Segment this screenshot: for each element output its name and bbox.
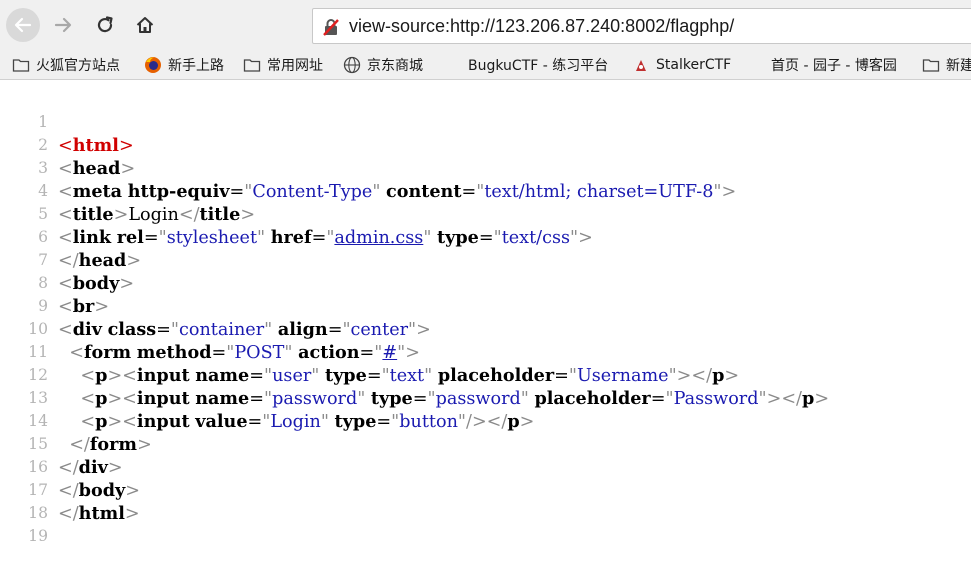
- folder-icon: [12, 59, 30, 72]
- source-line: 7 <body>: [0, 226, 971, 294]
- source-line: 11 <p><input name="user" type="text" pla…: [0, 318, 971, 386]
- source-line: 6 </head>: [0, 203, 971, 271]
- bookmark-item[interactable]: 新手上路: [144, 53, 224, 77]
- bookmark-item[interactable]: 常用网址: [243, 53, 323, 77]
- reload-icon: [97, 16, 113, 33]
- forward-button[interactable]: [46, 8, 80, 42]
- forward-arrow-icon: [54, 17, 72, 33]
- source-line: 12 <p><input name="password" type="passw…: [0, 341, 971, 409]
- source-line: 4 <title>Login</title>: [0, 157, 971, 225]
- stalker-icon: [636, 60, 646, 71]
- source-line: 1 <html>: [0, 88, 971, 156]
- home-button[interactable]: [128, 8, 162, 42]
- line-number: 19: [28, 527, 48, 545]
- source-line: 16 </body>: [0, 433, 971, 501]
- source-line: 2 <head>: [0, 111, 971, 179]
- source-line: 14 </form>: [0, 387, 971, 455]
- source-line: 8 <br>: [0, 249, 971, 317]
- bookmark-label: 常用网址: [267, 58, 323, 74]
- bookmark-item[interactable]: BugkuCTF - 练习平台: [468, 53, 608, 77]
- source-line: 18: [0, 479, 971, 522]
- bookmark-item[interactable]: 首页 - 园子 - 博客园: [771, 53, 897, 77]
- home-icon: [136, 17, 154, 33]
- bookmark-label: 新建: [946, 58, 971, 74]
- bookmark-label: 京东商城: [367, 58, 423, 74]
- back-arrow-icon: [14, 17, 32, 33]
- bookmarks-toolbar: 火狐官方站点 新手上路 常用网址 京东商城 BugkuCTF - 练习平台 St…: [0, 50, 971, 80]
- bookmark-item[interactable]: 火狐官方站点: [12, 53, 120, 77]
- bookmark-label: 首页 - 园子 - 博客园: [771, 58, 897, 74]
- bookmark-item[interactable]: StalkerCTF: [632, 53, 731, 77]
- source-line: 13 <p><input value="Login" type="button"…: [0, 364, 971, 432]
- bookmark-label: 火狐官方站点: [36, 58, 120, 74]
- url-bar[interactable]: view-source:http://123.206.87.240:8002/f…: [312, 8, 971, 44]
- folder-icon: [922, 59, 940, 72]
- source-line: 5 <link rel="stylesheet" href="admin.css…: [0, 180, 971, 248]
- bookmark-label: BugkuCTF - 练习平台: [468, 58, 609, 74]
- url-text[interactable]: view-source:http://123.206.87.240:8002/f…: [349, 16, 734, 37]
- firefox-icon: [145, 57, 161, 73]
- back-button[interactable]: [6, 8, 40, 42]
- source-line: 17 </html>: [0, 456, 971, 524]
- insecure-lock-icon[interactable]: [321, 17, 341, 37]
- browser-toolbar: view-source:http://123.206.87.240:8002/f…: [0, 0, 971, 50]
- source-line: 15 </div>: [0, 410, 971, 478]
- source-line: 3 <meta http-equiv="Content-Type" conten…: [0, 134, 971, 202]
- source-line: 10 <form method="POST" action="#">: [0, 295, 971, 363]
- bookmark-label: StalkerCTF: [656, 57, 732, 73]
- bookmark-item[interactable]: 新建: [922, 53, 971, 77]
- folder-icon: [243, 59, 261, 72]
- source-line: 19: [0, 502, 971, 545]
- reload-button[interactable]: [88, 8, 122, 42]
- bookmark-item[interactable]: 京东商城: [343, 53, 423, 77]
- bookmark-label: 新手上路: [168, 58, 224, 74]
- source-line: 9 <div class="container" align="center">: [0, 272, 971, 340]
- view-source-content: 1 <html> 2 <head> 3 <meta http-equiv="Co…: [0, 88, 971, 545]
- globe-icon: [343, 56, 361, 74]
